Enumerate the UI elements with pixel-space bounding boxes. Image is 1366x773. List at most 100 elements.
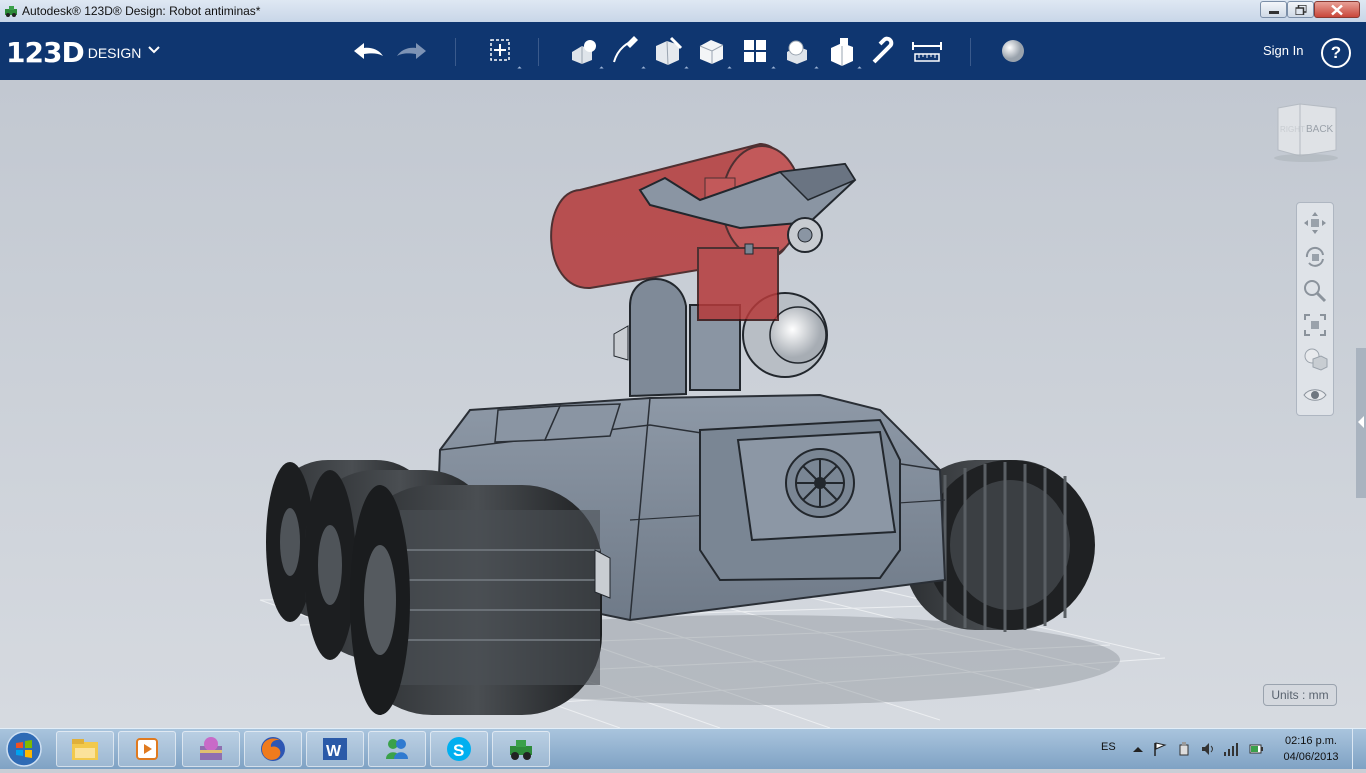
window-title: Autodesk® 123D® Design: Robot antiminas* [22,4,261,18]
zoom-icon [1304,280,1327,303]
action-center-flag-icon[interactable] [1152,741,1168,757]
material-icon [1002,40,1024,62]
taskbar-skype[interactable]: S [430,731,488,767]
show-hidden-icons[interactable] [1130,741,1146,757]
network-icon[interactable] [1222,741,1238,757]
construct-button[interactable] [651,34,689,71]
start-button[interactable] [4,730,44,768]
chevron-left-icon [1358,416,1364,428]
close-icon [1331,4,1343,15]
sketch-button[interactable] [608,34,646,71]
usb-device-icon[interactable] [1176,741,1192,757]
restore-button[interactable] [1287,1,1314,18]
navigation-bar [1296,202,1334,416]
skype-icon: S [447,737,471,761]
view-cube-face-front: RIGHT [1280,125,1305,134]
grouping-icon [787,40,807,64]
front-panel [699,418,901,582]
primitives-icon [572,40,596,64]
svg-text:W: W [326,743,342,760]
pattern-icon [744,40,766,62]
clock-time[interactable]: 02:16 p.m. [1280,735,1342,747]
word-icon: W [323,738,347,760]
combine-button[interactable] [824,34,862,71]
measure-icon [912,42,942,62]
sketch-icon [613,36,638,63]
snap-icon [872,36,894,64]
taskbar-media-player[interactable] [118,731,176,767]
restore-icon [1295,4,1306,15]
view-cube-face-side: BACK [1306,124,1334,135]
media-player-icon [136,738,158,760]
transform-icon [490,39,510,61]
material-button[interactable] [995,34,1031,68]
battery-icon[interactable] [1248,741,1264,757]
winrar-icon [200,737,222,760]
toolbar-separator [970,38,971,66]
svg-text:S: S [453,741,464,760]
left-track-front [350,485,611,715]
taskbar-explorer[interactable] [56,731,114,767]
3d-viewport[interactable]: RIGHT BACK Units : mm [0,80,1366,728]
taskbar-123d[interactable] [492,731,550,767]
help-button[interactable]: ? [1321,38,1351,68]
view-cube-icon: RIGHT BACK [1274,103,1338,162]
minimize-button[interactable] [1260,1,1287,18]
primitives-button[interactable] [566,34,604,71]
explorer-icon [72,739,98,760]
modify-button[interactable] [694,34,732,71]
app-menu-button[interactable]: 123D DESIGN [6,36,160,69]
view-mode-icon [1304,348,1328,371]
undo-button[interactable] [350,34,386,68]
redo-button[interactable] [394,34,430,68]
side-panel-toggle[interactable] [1356,348,1366,498]
show-desktop-button[interactable] [1352,729,1366,769]
toolbar-separator [455,38,456,66]
fit-icon [1304,314,1326,336]
chevron-down-icon [148,46,160,54]
messenger-icon [386,739,408,759]
transform-button[interactable] [484,34,522,71]
close-button[interactable] [1314,1,1360,18]
app-icon [5,6,17,17]
measure-button[interactable] [909,34,945,68]
combine-icon [831,38,853,66]
taskbar-messenger[interactable] [368,731,426,767]
visibility-button[interactable] [1301,381,1329,409]
taskbar: W S ES 02:16 p.m. 04/06/2013 [0,728,1366,769]
clock-date[interactable]: 04/06/2013 [1280,751,1342,763]
undo-icon [354,43,383,59]
taskbar-winrar[interactable] [182,731,240,767]
units-indicator[interactable]: Units : mm [1263,684,1337,706]
sign-in-link[interactable]: Sign In [1263,43,1303,58]
robot-model[interactable] [0,80,1366,728]
orbit-icon [1305,246,1324,267]
app-toolbar: 123D DESIGN Sign In ? [0,22,1366,80]
zoom-button[interactable] [1301,277,1329,305]
snap-button[interactable] [866,34,902,68]
logo-number: 123D [6,36,85,69]
volume-icon[interactable] [1200,741,1216,757]
123d-icon [510,740,532,760]
grouping-button[interactable] [781,34,819,71]
pan-button[interactable] [1301,209,1329,237]
firefox-icon [261,737,285,761]
title-bar: Autodesk® 123D® Design: Robot antiminas* [0,0,1366,23]
toolbar-separator [538,38,539,66]
visibility-icon [1303,389,1327,401]
orbit-button[interactable] [1301,243,1329,271]
windows-logo-icon [6,731,42,767]
language-indicator[interactable]: ES [1101,741,1116,753]
pan-icon [1304,212,1326,234]
fit-button[interactable] [1301,311,1329,339]
redo-icon [397,43,426,59]
view-cube[interactable]: RIGHT BACK [1270,102,1342,162]
construct-icon [656,36,683,66]
modify-icon [699,40,724,64]
view-mode-button[interactable] [1301,345,1329,373]
taskbar-firefox[interactable] [244,731,302,767]
taskbar-word[interactable]: W [306,731,364,767]
logo-text: DESIGN [87,45,142,61]
pattern-button[interactable] [738,34,776,71]
minimize-icon [1268,10,1279,14]
